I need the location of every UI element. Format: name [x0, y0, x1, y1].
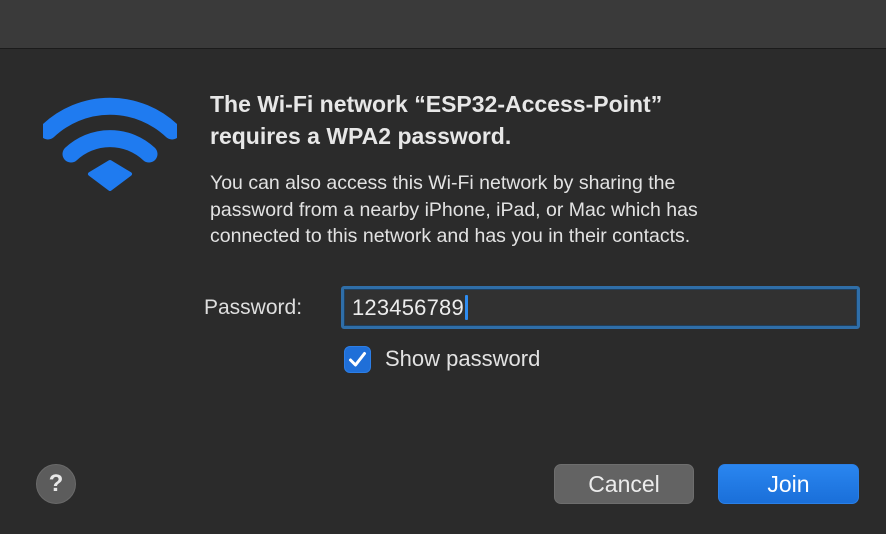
cancel-button[interactable]: Cancel — [554, 464, 694, 504]
show-password-option[interactable]: Show password — [344, 344, 540, 374]
checkmark-icon — [349, 351, 366, 366]
password-label: Password: — [204, 296, 303, 319]
show-password-label: Show password — [385, 346, 541, 371]
window-titlebar — [0, 0, 886, 49]
password-field[interactable] — [341, 286, 860, 329]
wifi-password-dialog: The Wi-Fi network “ESP32-Access-Point” r… — [0, 0, 886, 534]
join-button[interactable]: Join — [718, 464, 859, 504]
show-password-checkbox[interactable] — [344, 345, 371, 373]
dialog-heading: The Wi-Fi network “ESP32-Access-Point” r… — [210, 91, 663, 149]
help-button[interactable]: ? — [36, 464, 76, 504]
wifi-icon — [43, 97, 177, 191]
dialog-description: You can also access this Wi-Fi network b… — [210, 172, 698, 247]
